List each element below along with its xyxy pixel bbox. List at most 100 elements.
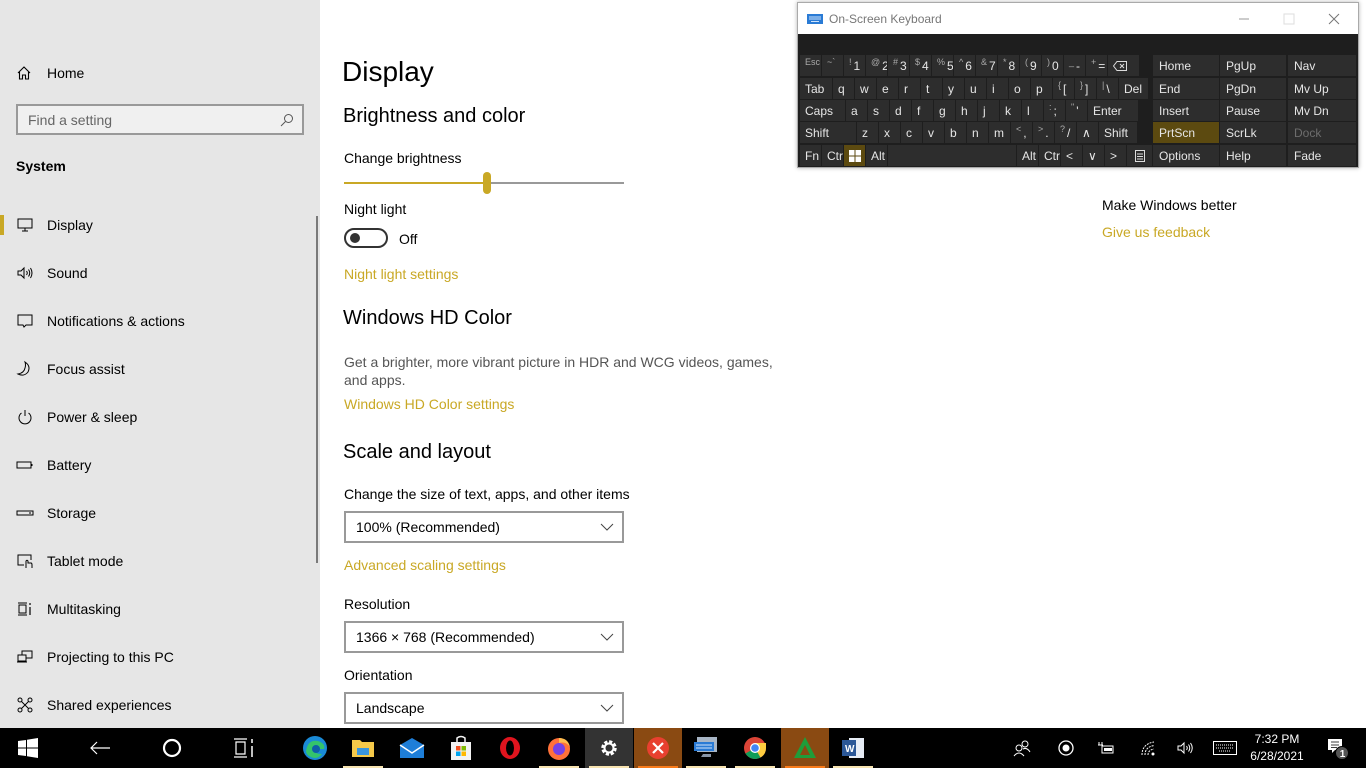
osk-key-fade[interactable]: Fade (1288, 145, 1356, 166)
osk-key-3[interactable]: #3 (888, 55, 909, 76)
taskbar-app-file-explorer[interactable] (339, 728, 387, 768)
sidebar-item-notifications[interactable]: Notifications & actions (0, 297, 320, 345)
osk-key-c39[interactable]: " ' (1066, 100, 1087, 121)
taskbar-app-firefox[interactable] (535, 728, 583, 768)
osk-key-z[interactable]: z (857, 122, 878, 143)
sidebar-item-tablet-mode[interactable]: Tablet mode (0, 537, 320, 585)
osk-key-insert[interactable]: Insert (1153, 100, 1219, 121)
osk-key-t[interactable]: t (921, 78, 942, 99)
orientation-dropdown[interactable]: Landscape (344, 692, 624, 724)
osk-key-c[interactable]: c (901, 122, 922, 143)
touch-keyboard-button[interactable] (1212, 728, 1238, 768)
osk-key-shift[interactable]: Shift (1099, 122, 1137, 143)
osk-key-k[interactable]: k (1000, 100, 1021, 121)
osk-key-x[interactable]: x (879, 122, 900, 143)
osk-key-a[interactable]: a (846, 100, 867, 121)
osk-key-n[interactable]: n (967, 122, 988, 143)
osk-key-o[interactable]: o (1009, 78, 1030, 99)
sidebar-scrollbar[interactable] (316, 216, 318, 563)
hd-color-settings-link[interactable]: Windows HD Color settings (344, 396, 514, 412)
osk-key-c47[interactable]: ? / (1055, 122, 1076, 143)
taskbar-app-mail[interactable] (388, 728, 436, 768)
osk-key-f[interactable]: f (912, 100, 933, 121)
osk-key-c93[interactable]: }] (1075, 78, 1096, 99)
osk-key-ctrl[interactable]: Ctrl (1039, 145, 1060, 166)
osk-key-j[interactable]: j (978, 100, 999, 121)
osk-key-h[interactable]: h (956, 100, 977, 121)
osk-key-r[interactable]: r (899, 78, 920, 99)
network-button[interactable] (1136, 728, 1160, 768)
osk-key-shift[interactable]: Shift (800, 122, 856, 143)
osk-key-q[interactable]: q (833, 78, 854, 99)
osk-key-tab[interactable]: Tab (800, 78, 832, 99)
osk-key-space[interactable]: ~` (822, 55, 843, 76)
osk-key-2[interactable]: @2 (866, 55, 887, 76)
action-center-button[interactable]: 1 (1322, 728, 1352, 768)
osk-key-pause[interactable]: Pause (1220, 100, 1286, 121)
resolution-dropdown[interactable]: 1366 × 768 (Recommended) (344, 621, 624, 653)
sidebar-item-sound[interactable]: Sound (0, 249, 320, 297)
osk-key-g[interactable]: g (934, 100, 955, 121)
osk-key-c61[interactable]: + = (1086, 55, 1107, 76)
osk-key-l[interactable]: l (1022, 100, 1043, 121)
osk-key-alt[interactable]: Alt (1017, 145, 1038, 166)
osk-key-4[interactable]: $4 (910, 55, 931, 76)
sidebar-item-multitasking[interactable]: Multitasking (0, 585, 320, 633)
osk-key-m[interactable]: m (989, 122, 1010, 143)
search-icon[interactable] (280, 113, 294, 127)
osk-key-c60[interactable]: < (1061, 145, 1082, 166)
taskbar-app-close[interactable] (634, 728, 682, 768)
back-button[interactable] (76, 728, 124, 768)
osk-key-c62[interactable]: > (1105, 145, 1126, 166)
sidebar-item-projecting[interactable]: Projecting to this PC (0, 633, 320, 681)
give-feedback-link[interactable]: Give us feedback (1102, 224, 1210, 240)
advanced-scaling-link[interactable]: Advanced scaling settings (344, 557, 506, 573)
osk-key-caps[interactable]: Caps (800, 100, 845, 121)
osk-key-y[interactable]: y (943, 78, 964, 99)
osk-key-mv-dn[interactable]: Mv Dn (1288, 100, 1356, 121)
close-button[interactable] (1311, 3, 1356, 34)
osk-key-9[interactable]: (9 (1020, 55, 1041, 76)
people-button[interactable] (1010, 728, 1034, 768)
osk-key-help[interactable]: Help (1220, 145, 1286, 166)
osk-key-del[interactable]: Del (1119, 78, 1148, 99)
osk-key-prtscn[interactable]: PrtScn (1153, 122, 1219, 143)
sidebar-item-focus-assist[interactable]: Focus assist (0, 345, 320, 393)
osk-key-5[interactable]: % 5 (932, 55, 953, 76)
sidebar-item-shared-experiences[interactable]: Shared experiences (0, 681, 320, 729)
taskbar-app-opera[interactable] (486, 728, 534, 768)
osk-key-1[interactable]: ! 1 (844, 55, 865, 76)
osk-key-c91[interactable]: {[ (1053, 78, 1074, 99)
battery-tray-button[interactable] (1094, 728, 1118, 768)
osk-key-nav[interactable]: Nav (1288, 55, 1356, 76)
osk-key-fn[interactable]: Fn (800, 145, 821, 166)
sidebar-item-power-sleep[interactable]: Power & sleep (0, 393, 320, 441)
osk-key-6[interactable]: ^ 6 (954, 55, 975, 76)
search-input[interactable]: Find a setting (16, 104, 304, 135)
clock[interactable]: 7:32 PM 6/28/2021 (1245, 731, 1309, 765)
osk-key-c44[interactable]: <, (1011, 122, 1032, 143)
osk-key-c9003[interactable] (1108, 55, 1139, 76)
osk-key-home[interactable]: Home (1153, 55, 1219, 76)
taskbar-app-chrome[interactable] (731, 728, 779, 768)
osk-key-b[interactable]: b (945, 122, 966, 143)
osk-key-ctrl[interactable]: Ctrl (822, 145, 843, 166)
start-button[interactable] (4, 728, 52, 768)
osk-key-v[interactable]: v (923, 122, 944, 143)
osk-key-c45[interactable]: _ - (1064, 55, 1085, 76)
scale-dropdown[interactable]: 100% (Recommended) (344, 511, 624, 543)
osk-key-enter[interactable]: Enter (1088, 100, 1138, 121)
taskbar-app-on-screen-keyboard[interactable] (682, 728, 730, 768)
osk-key-pgup[interactable]: PgUp (1220, 55, 1286, 76)
osk-key-d[interactable]: d (890, 100, 911, 121)
osk-key-i[interactable]: i (987, 78, 1008, 99)
taskbar-app-settings[interactable] (585, 728, 633, 768)
osk-key-mv-up[interactable]: Mv Up (1288, 78, 1356, 99)
task-view-button[interactable] (220, 728, 268, 768)
cortana-button[interactable] (148, 728, 196, 768)
maximize-button[interactable] (1266, 3, 1311, 34)
osk-key-0[interactable]: ) 0 (1042, 55, 1063, 76)
volume-button[interactable] (1174, 728, 1198, 768)
osk-key-scrlk[interactable]: ScrLk (1220, 122, 1286, 143)
osk-key-s[interactable]: s (868, 100, 889, 121)
